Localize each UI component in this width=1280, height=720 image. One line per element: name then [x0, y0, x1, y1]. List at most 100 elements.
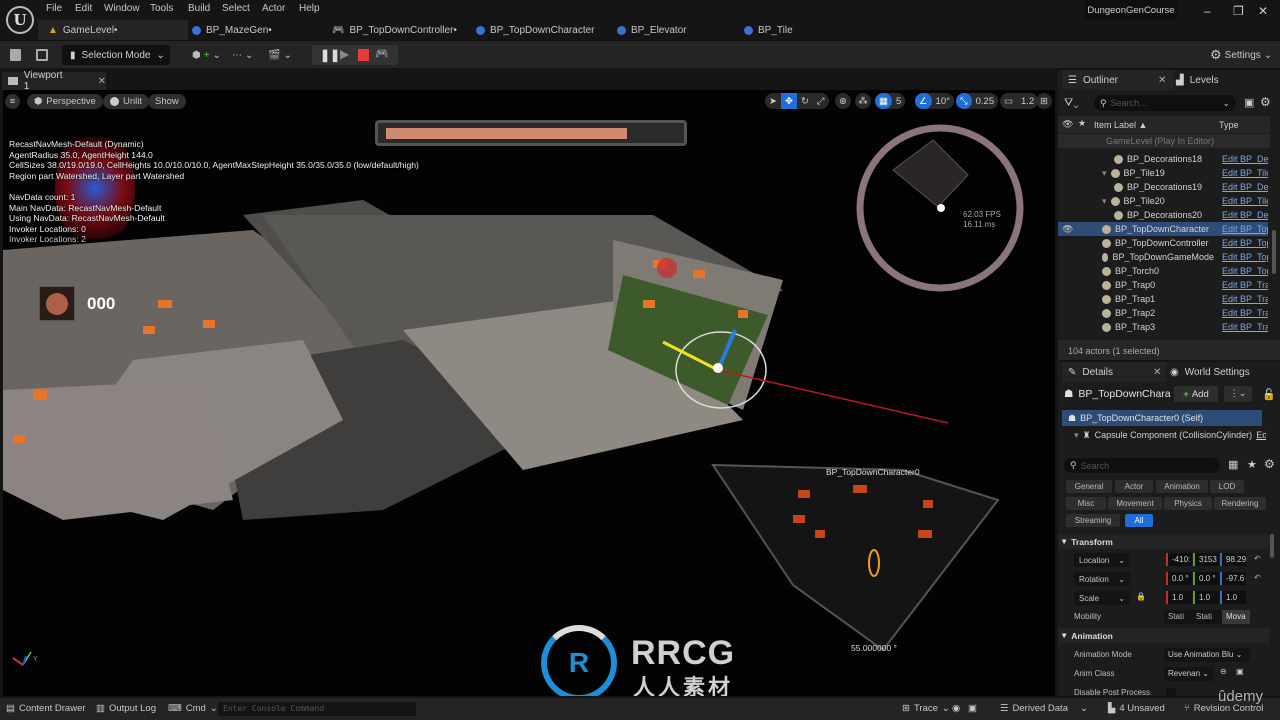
reset-rotation-icon[interactable]: ↶: [1254, 573, 1261, 582]
screenshot-icon[interactable]: ▣: [968, 703, 977, 714]
outliner-row[interactable]: BP_Torch0 Edit BP_Tor: [1058, 264, 1268, 278]
menu-window[interactable]: Window: [104, 3, 140, 14]
derived-data-button[interactable]: ☰ Derived Data ⌄: [1000, 703, 1088, 714]
animation-section[interactable]: ▾ Animation: [1058, 628, 1270, 643]
rotation-z-field[interactable]: -97.6: [1220, 572, 1246, 585]
tab-bp-tile[interactable]: BP_Tile: [744, 20, 793, 40]
edit-blueprint-link[interactable]: Edit BP_Dec: [1222, 182, 1268, 192]
viewport-layout-button[interactable]: ⊞: [1036, 93, 1052, 109]
settings-button[interactable]: ⚙ Settings ⌄: [1210, 46, 1272, 64]
close-tab-icon[interactable]: ✕: [98, 76, 106, 87]
blueprint-options-button[interactable]: ⋮⌄: [1224, 386, 1252, 402]
level-viewport[interactable]: ≡ ⬢ Perspective Unlit Show ➤ ✥ ↻ ⤢ ⊕ ⁂ ▦ 5…: [3, 90, 1055, 696]
menu-tools[interactable]: Tools: [150, 3, 173, 14]
outliner-settings-button[interactable]: ⚙: [1260, 95, 1271, 109]
perspective-button[interactable]: ⬢ Perspective: [27, 94, 103, 109]
filter-button[interactable]: ⛛⌄: [1064, 97, 1078, 110]
save-button[interactable]: [10, 46, 21, 64]
outliner-root-row[interactable]: GameLevel (Play In Editor): [1058, 134, 1270, 148]
menu-build[interactable]: Build: [188, 3, 210, 14]
favorites-button[interactable]: ★: [1247, 458, 1257, 471]
scale-tool-button[interactable]: ⤢: [813, 93, 829, 109]
world-local-button[interactable]: ⊕: [835, 93, 851, 109]
menu-file[interactable]: File: [46, 3, 62, 14]
location-x-field[interactable]: -410:: [1166, 553, 1192, 566]
show-button[interactable]: Show: [148, 94, 186, 109]
component-capsule[interactable]: ▾ ♜ Capsule Component (CollisionCylinder…: [1074, 428, 1266, 442]
category-lod[interactable]: LOD: [1210, 480, 1244, 493]
browse-button[interactable]: [36, 46, 48, 64]
edit-blueprint-link[interactable]: Edit BP_Tra: [1222, 308, 1268, 318]
rotation-dropdown[interactable]: Rotation ⌄: [1074, 572, 1130, 586]
outliner-row[interactable]: BP_Trap0 Edit BP_Tra: [1058, 278, 1268, 292]
cmd-dropdown[interactable]: ⌨ Cmd ⌄: [168, 703, 218, 714]
cinematics-button[interactable]: 🎬 ⌄: [268, 46, 292, 64]
edit-blueprint-link[interactable]: Edit BP_Top: [1222, 252, 1268, 262]
add-actor-button[interactable]: ⬢ + ⌄: [192, 46, 221, 64]
record-trace-icon[interactable]: ◉: [952, 703, 960, 714]
mobility-stationary[interactable]: Stati: [1196, 612, 1212, 621]
menu-help[interactable]: Help: [299, 3, 320, 14]
category-all[interactable]: All: [1125, 514, 1153, 527]
edit-blueprint-link[interactable]: Edit BP_Tor: [1222, 266, 1268, 276]
edit-blueprint-link[interactable]: Edit BP_Tra: [1222, 280, 1268, 290]
outliner-row[interactable]: ▾ BP_Tile20 Edit BP_Tile: [1058, 194, 1268, 208]
unsaved-button[interactable]: ▙ 4 Unsaved: [1108, 703, 1165, 714]
transform-section[interactable]: ▾ Transform: [1058, 534, 1270, 549]
outliner-row[interactable]: BP_Trap2 Edit BP_Tra: [1058, 306, 1268, 320]
animation-mode-dropdown[interactable]: Use Animation Blu ⌄: [1164, 648, 1250, 662]
menu-actor[interactable]: Actor: [262, 3, 285, 14]
visibility-icon[interactable]: 👁: [1062, 224, 1073, 235]
blueprints-button[interactable]: ⋯ ⌄: [232, 46, 253, 64]
output-log-button[interactable]: ▥ Output Log: [96, 703, 156, 714]
mobility-movable[interactable]: Mova: [1222, 610, 1250, 624]
scale-y-field[interactable]: 1.0: [1193, 591, 1219, 604]
edit-blueprint-link[interactable]: Edit BP_Tile: [1222, 168, 1268, 178]
outliner-row[interactable]: ▾ BP_Tile19 Edit BP_Tile: [1058, 166, 1268, 180]
location-dropdown[interactable]: Location ⌄: [1074, 553, 1130, 567]
outliner-row[interactable]: BP_TopDownController Edit BP_Top: [1058, 236, 1268, 250]
rotate-tool-button[interactable]: ↻: [797, 93, 813, 109]
translate-tool-button[interactable]: ✥: [780, 93, 797, 109]
outliner-row[interactable]: BP_TopDownGameMode Edit BP_Top: [1058, 250, 1268, 264]
category-animation[interactable]: Animation: [1156, 480, 1208, 493]
step-button[interactable]: ▶: [340, 47, 349, 61]
surface-snap-button[interactable]: ⁂: [855, 93, 871, 109]
property-matrix-button[interactable]: ▦: [1228, 458, 1238, 471]
scale-snap-control[interactable]: ⤡ 0.25: [956, 93, 999, 109]
scale-dropdown[interactable]: Scale ⌄: [1074, 591, 1130, 605]
scale-z-field[interactable]: 1.0: [1220, 591, 1246, 604]
close-tab-icon[interactable]: ✕: [1153, 367, 1161, 378]
column-item-label[interactable]: Item Label ▲: [1094, 120, 1147, 130]
camera-speed-control[interactable]: ▭ 1.2: [1000, 93, 1039, 109]
outliner-row[interactable]: BP_Decorations18 Edit BP_Dec: [1058, 152, 1268, 166]
outliner-row[interactable]: 👁 BP_TopDownCharacter Edit BP_Top: [1058, 222, 1268, 236]
edit-blueprint-link[interactable]: Edit BP_Dec: [1222, 154, 1268, 164]
favorite-column-icon[interactable]: ★: [1078, 118, 1086, 129]
edit-blueprint-link[interactable]: Edit BP_Dec: [1222, 210, 1268, 220]
tab-outliner[interactable]: ☰ Outliner ✕: [1062, 70, 1174, 90]
tab-world-settings[interactable]: ◉ World Settings: [1170, 362, 1250, 382]
pause-button[interactable]: ❚❚: [320, 48, 340, 62]
category-movement[interactable]: Movement: [1108, 497, 1162, 510]
column-type[interactable]: Type: [1219, 120, 1239, 130]
mobility-static[interactable]: Stati: [1168, 612, 1184, 621]
edit-blueprint-link[interactable]: Edit BP_Top: [1222, 224, 1268, 234]
tab-levels[interactable]: ▟ Levels: [1176, 70, 1219, 90]
category-rendering[interactable]: Rendering: [1214, 497, 1266, 510]
details-scrollbar[interactable]: [1270, 534, 1274, 558]
outliner-row[interactable]: BP_Decorations19 Edit BP_Dec: [1058, 180, 1268, 194]
scale-lock-icon[interactable]: 🔒: [1136, 592, 1146, 601]
edit-blueprint-link[interactable]: Edit BP_Top: [1222, 238, 1268, 248]
close-tab-icon[interactable]: ✕: [1158, 75, 1166, 86]
rotation-y-field[interactable]: 0.0 °: [1193, 572, 1219, 585]
unreal-logo-icon[interactable]: U: [6, 6, 34, 34]
use-selected-asset-icon[interactable]: ⊖: [1220, 667, 1227, 676]
scale-x-field[interactable]: 1.0: [1166, 591, 1192, 604]
edit-blueprint-link[interactable]: Edit BP_Tra: [1222, 322, 1268, 332]
grid-snap-control[interactable]: ▦ 5: [875, 93, 906, 109]
stop-button[interactable]: [358, 49, 369, 61]
reset-location-icon[interactable]: ↶: [1254, 554, 1261, 563]
select-tool-button[interactable]: ➤: [765, 93, 781, 109]
edit-blueprint-link[interactable]: Edit BP_Tra: [1222, 294, 1268, 304]
